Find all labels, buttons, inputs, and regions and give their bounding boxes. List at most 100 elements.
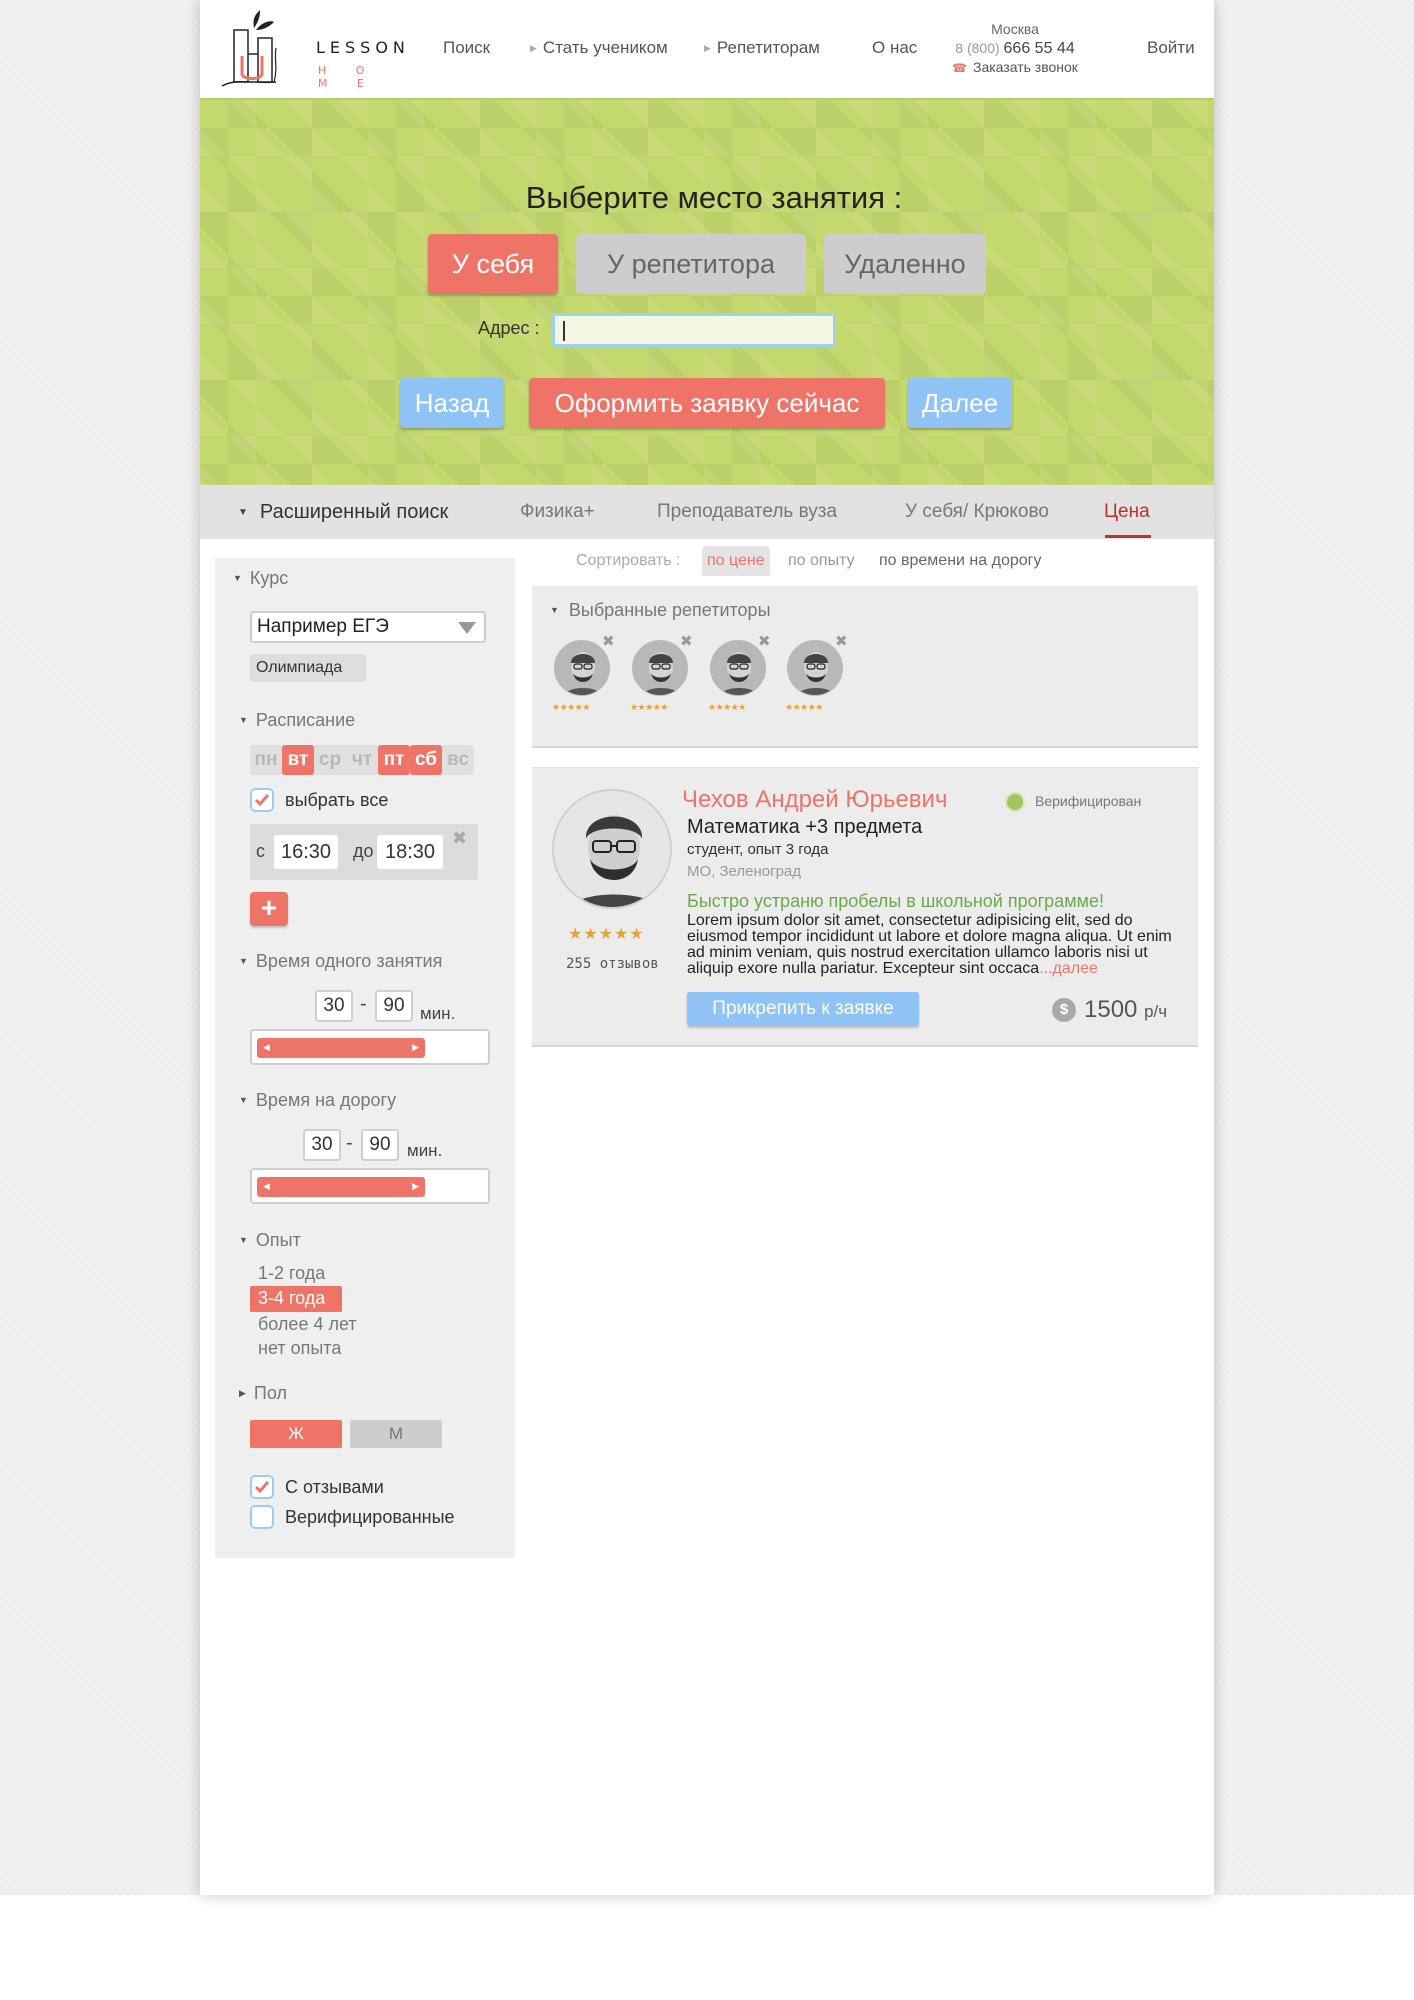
tab-university-teacher[interactable]: Преподаватель вуза — [657, 501, 837, 523]
contact-city: Москва — [991, 21, 1039, 37]
submit-request-button[interactable]: Оформить заявку сейчас — [529, 378, 885, 428]
place-tutor-button[interactable]: У репетитора — [576, 234, 806, 294]
remove-icon[interactable]: ✖ — [680, 632, 693, 650]
logo[interactable]: LESSON H O M E — [216, 8, 405, 92]
day-sun[interactable]: вс — [442, 745, 474, 775]
lesson-time-section-title[interactable]: ▼ Время одного занятия — [239, 951, 442, 972]
remove-icon[interactable]: ✖ — [758, 632, 771, 650]
triangle-down-icon: ▼ — [550, 605, 559, 615]
select-all-days-checkbox[interactable] — [250, 788, 274, 812]
slider-right-handle-icon[interactable]: ▶ — [412, 1042, 419, 1053]
place-home-button[interactable]: У себя — [428, 234, 558, 294]
course-select[interactable]: Например ЕГЭ — [250, 611, 486, 643]
back-button[interactable]: Назад — [400, 378, 504, 428]
gender-male-button[interactable]: М — [350, 1420, 442, 1448]
day-mon[interactable]: пн — [250, 745, 282, 775]
attach-to-request-button[interactable]: Прикрепить к заявке — [687, 992, 919, 1026]
selected-tutors-panel: ▼ Выбранные репетиторы ✖ ★★★★★ ✖ ★★★★★ ✖ … — [532, 586, 1198, 748]
nav-become-student[interactable]: ▶ Стать учеником — [530, 38, 668, 58]
experience-option[interactable]: 1-2 года — [258, 1263, 325, 1284]
travel-time-slider[interactable]: ◀ ▶ — [250, 1168, 490, 1204]
selected-tutors-title[interactable]: ▼ Выбранные репетиторы — [550, 600, 771, 621]
travel-time-min-input[interactable]: 30 — [303, 1129, 341, 1161]
selected-tutor-thumb[interactable]: ✖ ★★★★★ — [783, 633, 848, 722]
remove-icon[interactable]: ✖ — [835, 632, 848, 650]
tab-location[interactable]: У себя/ Крюково — [905, 501, 1049, 523]
tab-physics[interactable]: Физика+ — [520, 501, 595, 523]
travel-time-max-input[interactable]: 90 — [361, 1129, 399, 1161]
contact-phone[interactable]: 8 (800) 666 55 44 — [940, 39, 1090, 58]
sort-by-price[interactable]: по цене — [702, 546, 770, 576]
slider-range-fill[interactable]: ◀ ▶ — [257, 1177, 425, 1197]
gender-title-label: Пол — [253, 1383, 287, 1403]
triangle-down-icon: ▼ — [238, 507, 248, 518]
course-chip-olympiad[interactable]: Олимпиада — [250, 654, 366, 682]
tutor-subjects: Математика +3 предмета — [687, 816, 923, 838]
sort-by-experience[interactable]: по опыту — [788, 546, 855, 576]
chevron-down-icon — [458, 622, 476, 634]
day-fri[interactable]: пт — [378, 745, 410, 775]
slider-left-handle-icon[interactable]: ◀ — [263, 1181, 270, 1192]
callback-link[interactable]: ☎ Заказать звонок — [940, 58, 1090, 78]
lesson-time-min-input[interactable]: 30 — [315, 990, 353, 1022]
remove-icon[interactable]: ✖ — [602, 632, 615, 650]
experience-section-title[interactable]: ▼ Опыт — [239, 1230, 301, 1251]
tutor-card: ★★★★★ 255 отзывов Чехов Андрей Юрьевич В… — [532, 767, 1198, 1047]
gender-section-title[interactable]: ▶ Пол — [239, 1383, 287, 1404]
address-input[interactable] — [552, 313, 836, 347]
selected-tutor-thumb[interactable]: ✖ ★★★★★ — [706, 633, 771, 722]
advanced-search-label: Расширенный поиск — [259, 501, 449, 523]
gender-female-button[interactable]: Ж — [250, 1420, 342, 1448]
selected-tutors-title-label: Выбранные репетиторы — [568, 600, 771, 620]
day-wed[interactable]: ср — [314, 745, 346, 775]
read-more-link[interactable]: ...далее — [1039, 960, 1098, 977]
remove-time-icon[interactable]: ✖ — [452, 828, 467, 849]
experience-option[interactable]: нет опыта — [258, 1338, 341, 1359]
rating-stars: ★★★★★ — [552, 702, 590, 712]
sort-by-travel-time[interactable]: по времени на дорогу — [879, 546, 1041, 576]
triangle-down-icon: ▼ — [239, 1235, 248, 1245]
tab-price[interactable]: Цена — [1104, 501, 1150, 523]
tutor-name[interactable]: Чехов Андрей Юрьевич — [682, 786, 947, 814]
lesson-time-max-input[interactable]: 90 — [375, 990, 413, 1022]
selected-tutor-thumb[interactable]: ✖ ★★★★★ — [628, 633, 693, 722]
travel-time-title-label: Время на дорогу — [255, 1090, 397, 1110]
phone-code: 8 (800) — [955, 40, 1000, 56]
hero-title: Выберите место занятия : — [525, 180, 903, 215]
slider-left-handle-icon[interactable]: ◀ — [263, 1042, 270, 1053]
slider-right-handle-icon[interactable]: ▶ — [412, 1181, 419, 1192]
day-sat[interactable]: сб — [410, 745, 442, 775]
nav-for-tutors[interactable]: ▶ Репетиторам — [704, 38, 820, 58]
time-from-input[interactable]: 16:30 — [274, 835, 338, 869]
verified-label: Верифицирован — [1035, 793, 1142, 809]
schedule-section-title[interactable]: ▼ Расписание — [239, 710, 355, 731]
course-section-title[interactable]: ▼ Курс — [233, 568, 288, 589]
experience-option[interactable]: более 4 лет — [258, 1314, 357, 1335]
rating-stars: ★★★★★ — [708, 702, 746, 712]
advanced-search-toggle[interactable]: ▼ Расширенный поиск — [238, 501, 448, 524]
nav-search[interactable]: Поиск — [443, 38, 490, 58]
add-time-button[interactable]: + — [250, 892, 288, 926]
course-select-value: Например ЕГЭ — [257, 616, 389, 637]
with-reviews-checkbox[interactable] — [250, 1475, 274, 1499]
tutor-reviews-link[interactable]: 255 отзывов — [566, 956, 659, 972]
travel-time-unit: мин. — [407, 1141, 443, 1160]
travel-time-section-title[interactable]: ▼ Время на дорогу — [239, 1090, 396, 1111]
triangle-right-icon: ▶ — [704, 43, 711, 53]
lesson-time-slider[interactable]: ◀ ▶ — [250, 1029, 490, 1065]
day-tue[interactable]: вт — [282, 745, 314, 775]
selected-tutor-thumb[interactable]: ✖ ★★★★★ — [550, 633, 615, 722]
triangle-right-icon: ▶ — [239, 1388, 246, 1398]
verified-only-checkbox[interactable] — [250, 1505, 274, 1529]
time-to-input[interactable]: 18:30 — [377, 835, 443, 869]
dollar-coin-icon: $ — [1052, 998, 1076, 1022]
sort-label: Сортировать : — [576, 552, 681, 569]
login-link[interactable]: Войти — [1147, 38, 1195, 58]
nav-about[interactable]: О нас — [872, 38, 917, 58]
experience-option-selected[interactable]: 3-4 года — [250, 1286, 342, 1312]
place-remote-button[interactable]: Удаленно — [824, 234, 986, 294]
tutor-avatar[interactable] — [552, 789, 672, 909]
next-button[interactable]: Далее — [908, 378, 1012, 428]
slider-range-fill[interactable]: ◀ ▶ — [257, 1038, 425, 1058]
day-thu[interactable]: чт — [346, 745, 378, 775]
